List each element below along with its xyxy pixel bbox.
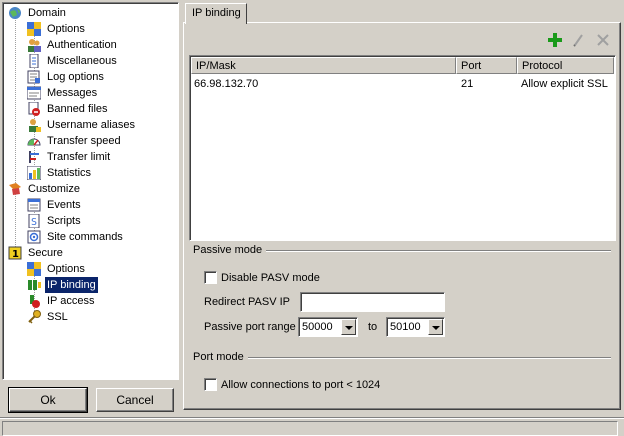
- tree-label: Site commands: [47, 231, 123, 243]
- redirect-pasv-ip-input[interactable]: [300, 292, 445, 312]
- column-header-protocol[interactable]: Protocol: [517, 57, 614, 74]
- users-icon: [27, 38, 41, 52]
- banned-file-icon: [27, 101, 41, 116]
- tree-label: Secure: [28, 247, 63, 259]
- key-icon: [27, 310, 41, 324]
- redirect-pasv-ip-label: Redirect PASV IP: [204, 296, 290, 308]
- tab-ip-binding[interactable]: IP binding: [185, 3, 247, 24]
- disable-pasv-label[interactable]: Disable PASV mode: [221, 271, 320, 285]
- speedometer-icon: [27, 134, 41, 148]
- site-commands-icon: [27, 230, 41, 244]
- ip-binding-icon: [27, 278, 41, 292]
- ip-access-icon: [27, 294, 41, 308]
- ok-button[interactable]: Ok: [8, 387, 88, 413]
- secure-icon: 1: [8, 246, 22, 260]
- tree-label: Customize: [28, 183, 80, 195]
- statistics-icon: [26, 165, 42, 181]
- script-icon: S: [27, 213, 41, 229]
- tree-label: Miscellaneous: [47, 55, 117, 67]
- limit-icon: [27, 150, 41, 164]
- port-mode-divider: [193, 357, 611, 359]
- chevron-down-icon[interactable]: [428, 319, 443, 335]
- user-alias-icon: [27, 118, 41, 132]
- port-range-to-select[interactable]: 50100: [386, 317, 445, 337]
- table-row[interactable]: 66.98.132.70 21 Allow explicit SSL: [191, 75, 614, 91]
- add-icon[interactable]: [548, 33, 562, 47]
- status-bar: [0, 417, 624, 436]
- port-range-to-value: 50100: [390, 321, 421, 333]
- svg-text:S: S: [31, 217, 37, 228]
- edit-icon[interactable]: [572, 33, 586, 47]
- to-label: to: [368, 321, 378, 333]
- ip-binding-list[interactable]: IP/Mask Port Protocol 66.98.132.70 21 Al…: [189, 55, 616, 241]
- tree-label: Options: [47, 23, 85, 35]
- tree-label: IP binding: [44, 276, 99, 294]
- customize-icon: [8, 182, 22, 196]
- tree-label: Banned files: [47, 103, 108, 115]
- allow-low-port-label[interactable]: Allow connections to port < 1024: [221, 378, 380, 392]
- svg-text:1: 1: [12, 249, 19, 260]
- disable-pasv-checkbox[interactable]: [204, 271, 217, 284]
- messages-icon: [26, 86, 42, 100]
- tree-label: Transfer limit: [47, 151, 111, 163]
- passive-mode-title: Passive mode: [193, 244, 267, 256]
- allow-low-port-checkbox[interactable]: [204, 378, 217, 391]
- log-icon: [27, 70, 41, 84]
- tree-label: Statistics: [47, 167, 92, 179]
- passive-port-range-label: Passive port range: [204, 321, 296, 333]
- cell-ip-mask: 66.98.132.70: [194, 78, 259, 90]
- tree-label: Messages: [47, 87, 98, 99]
- tree-label: IP access: [47, 295, 95, 307]
- cell-protocol: Allow explicit SSL: [521, 78, 608, 90]
- globe-icon: [8, 6, 22, 20]
- port-range-from-value: 50000: [302, 321, 333, 333]
- chevron-down-icon[interactable]: [341, 319, 356, 335]
- port-range-from-select[interactable]: 50000: [298, 317, 358, 337]
- column-header-port[interactable]: Port: [456, 57, 517, 74]
- document-icon: [27, 53, 41, 69]
- status-pane: [2, 421, 618, 436]
- cancel-button[interactable]: Cancel: [96, 388, 174, 412]
- cell-port: 21: [461, 78, 474, 90]
- events-icon: [27, 198, 41, 212]
- port-mode-title: Port mode: [193, 351, 248, 363]
- tree-label: Domain: [28, 7, 66, 19]
- tree-label: Scripts: [47, 215, 81, 227]
- tree-label: Username aliases: [47, 119, 136, 131]
- options-icon: [27, 22, 41, 36]
- tree-label: Options: [47, 263, 85, 275]
- tree-label: SSL: [47, 311, 68, 323]
- tree-label: Authentication: [47, 39, 117, 51]
- settings-tree[interactable]: Domain Options Authentication Miscellane…: [2, 2, 179, 380]
- tree-label: Transfer speed: [47, 135, 121, 147]
- options-icon: [27, 262, 41, 276]
- tree-label: Log options: [47, 71, 104, 83]
- column-header-ip-mask[interactable]: IP/Mask: [191, 57, 456, 74]
- delete-icon[interactable]: [596, 33, 610, 47]
- tree-label: Events: [47, 199, 81, 211]
